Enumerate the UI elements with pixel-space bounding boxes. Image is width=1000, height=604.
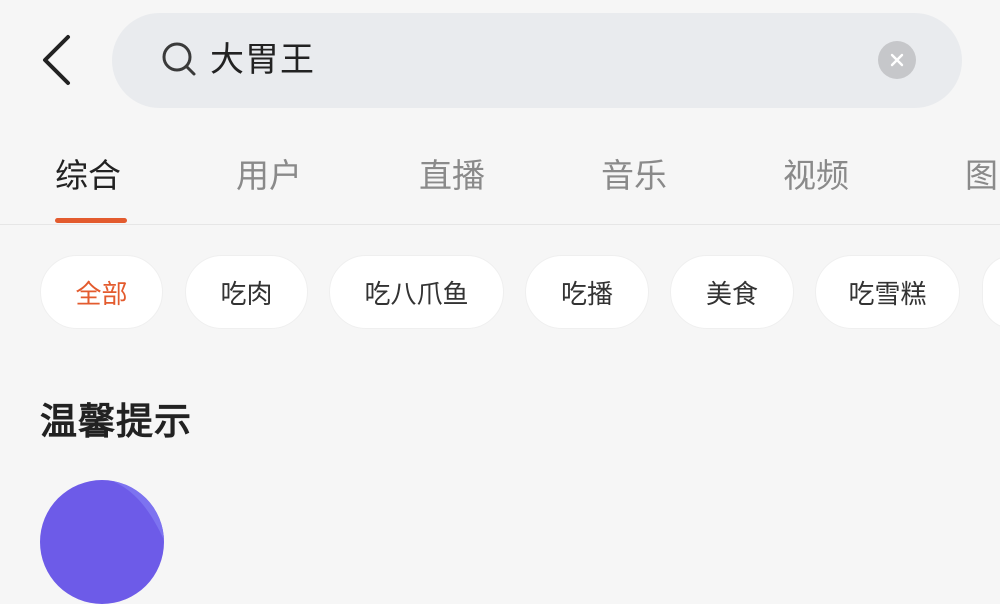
close-icon [890,53,904,67]
search-icon [162,42,196,76]
tab-video[interactable]: 视频 [783,155,849,197]
active-tab-indicator [55,218,127,223]
tab-comprehensive[interactable]: 综合 [55,155,121,197]
clear-search-button[interactable] [878,41,916,79]
filter-chip-food[interactable]: 美食 [670,255,794,329]
filter-chips: 全部 吃肉 吃八爪鱼 吃播 美食 吃雪糕 [0,255,1000,331]
filter-chip-all[interactable]: 全部 [40,255,163,329]
tab-users[interactable]: 用户 [236,155,302,197]
search-input[interactable]: 大胃王 [210,39,315,81]
section-title: 温馨提示 [40,400,192,443]
result-tabs: 综合 用户 直播 音乐 视频 图 [0,140,1000,225]
filter-chip-ice-cream[interactable]: 吃雪糕 [815,255,960,329]
avatar-decoration [110,480,164,540]
filter-chip-octopus[interactable]: 吃八爪鱼 [329,255,504,329]
tab-images[interactable]: 图 [965,155,998,197]
tab-music[interactable]: 音乐 [601,155,667,197]
filter-chip-meat[interactable]: 吃肉 [185,255,308,329]
tab-live[interactable]: 直播 [419,155,485,197]
filter-chip-more[interactable] [982,255,1000,329]
avatar[interactable] [40,480,164,604]
search-bar[interactable]: 大胃王 [112,13,962,108]
filter-chip-mukbang[interactable]: 吃播 [525,255,649,329]
chevron-left-icon [43,35,70,85]
back-button[interactable] [28,28,84,92]
